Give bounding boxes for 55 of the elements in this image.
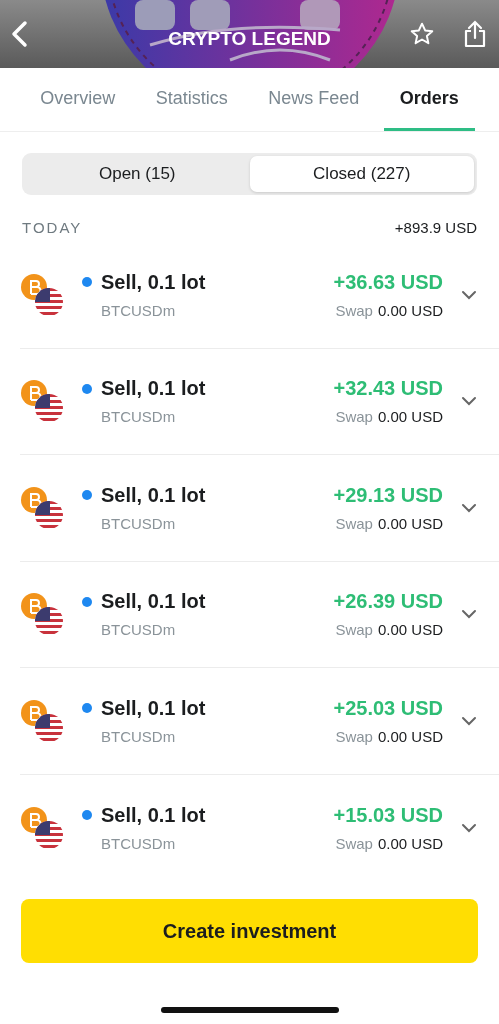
profit-value: +15.03 USD (333, 803, 443, 827)
segment-button[interactable]: Open (15) (25, 156, 250, 192)
profit-value: +29.13 USD (333, 483, 443, 507)
symbol-label: BTCUSDm (101, 514, 177, 532)
chevron-icon[interactable] (461, 502, 477, 513)
order-title: Sell, 0.1 lot (101, 483, 206, 507)
order-title: Sell, 0.1 lot (101, 803, 206, 827)
segment-button[interactable]: Closed (227) (249, 156, 474, 192)
swap-label: Swap (335, 727, 373, 745)
swap-label: Swap (335, 621, 373, 639)
section-label: TODAY (22, 219, 83, 236)
swap-value: 0.00 USD (377, 514, 443, 532)
symbol-label: BTCUSDm (101, 834, 177, 852)
bitcoin-flag-icon (20, 698, 64, 743)
swap-label: Swap (335, 834, 373, 852)
tab[interactable]: Orders (383, 68, 475, 131)
symbol-label: BTCUSDm (101, 301, 177, 319)
order-title: Sell, 0.1 lot (101, 696, 206, 720)
order-title: Sell, 0.1 lot (101, 270, 206, 294)
chevron-icon[interactable] (461, 609, 477, 620)
chevron-icon[interactable] (461, 289, 477, 300)
share-icon[interactable] (463, 20, 487, 48)
tab[interactable]: News Feed (252, 68, 376, 131)
back-button[interactable] (10, 20, 30, 48)
profit-value: +32.43 USD (333, 377, 443, 401)
swap-value: 0.00 USD (377, 727, 443, 745)
swap-value: 0.00 USD (377, 621, 443, 639)
bitcoin-flag-icon (20, 592, 64, 637)
swap-value: 0.00 USD (377, 301, 443, 319)
bitcoin-flag-icon (20, 485, 64, 530)
chevron-icon[interactable] (461, 822, 477, 833)
swap-value: 0.00 USD (377, 834, 443, 852)
tab[interactable]: Statistics (139, 68, 244, 131)
profit-value: +26.39 USD (333, 590, 443, 614)
order-title: Sell, 0.1 lot (101, 377, 206, 401)
tab[interactable]: Overview (24, 68, 132, 131)
swap-label: Swap (335, 514, 373, 532)
create-investment-button[interactable]: Create investment (21, 899, 478, 963)
swap-label: Swap (335, 301, 373, 319)
star-icon[interactable] (409, 21, 435, 47)
chevron-icon[interactable] (461, 396, 477, 407)
symbol-label: BTCUSDm (101, 727, 177, 745)
bitcoin-flag-icon (20, 805, 64, 850)
swap-value: 0.00 USD (377, 408, 443, 426)
bitcoin-flag-icon (20, 379, 64, 424)
page-title: CRYPTO LEGEND (167, 28, 332, 50)
profit-value: +36.63 USD (333, 270, 443, 294)
symbol-label: BTCUSDm (101, 408, 177, 426)
bitcoin-flag-icon (20, 272, 64, 317)
order-title: Sell, 0.1 lot (101, 590, 206, 614)
symbol-label: BTCUSDm (101, 621, 177, 639)
chevron-icon[interactable] (461, 715, 477, 726)
section-total: +893.9 USD (394, 219, 477, 236)
swap-label: Swap (335, 408, 373, 426)
profit-value: +25.03 USD (333, 696, 443, 720)
